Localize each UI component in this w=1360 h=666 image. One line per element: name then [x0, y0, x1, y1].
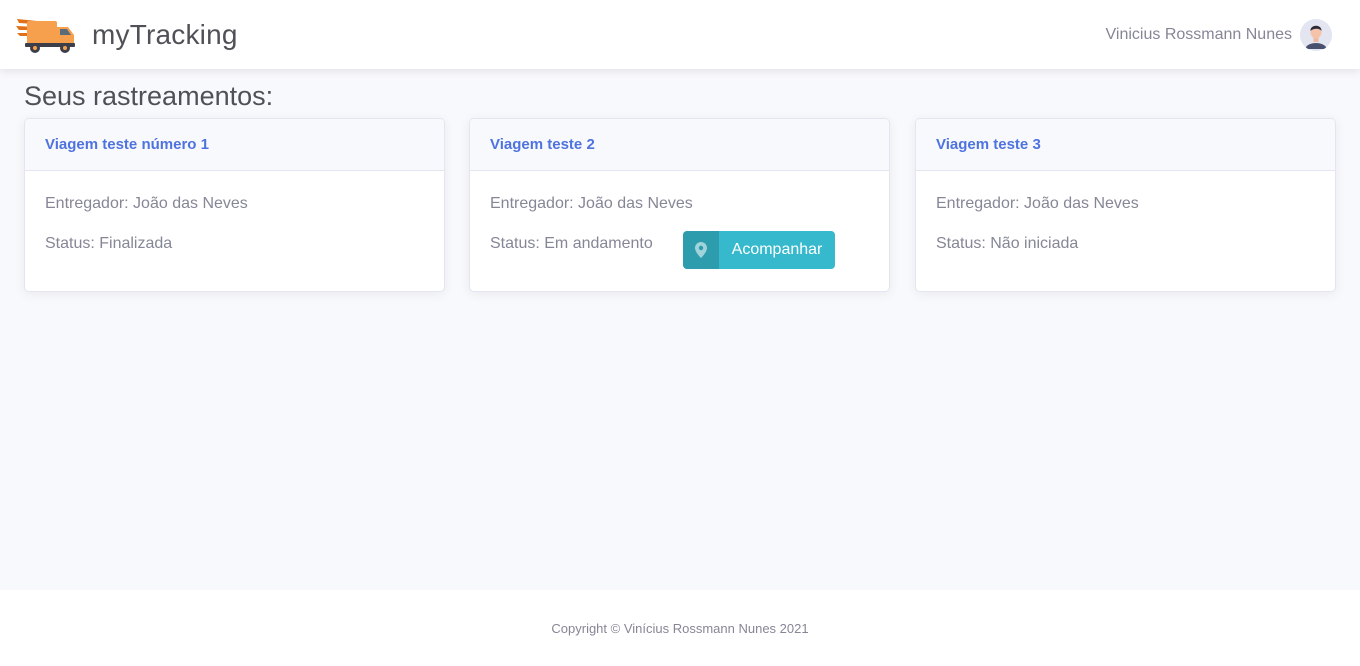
- brand-name: myTracking: [92, 18, 238, 50]
- user-name: Vinicius Rossmann Nunes: [1105, 25, 1292, 43]
- card-body: Entregador: João das Neves Status: Final…: [25, 171, 444, 253]
- map-marker-icon: [683, 231, 719, 269]
- footer: Copyright © Vinícius Rossmann Nunes 2021: [0, 590, 1360, 666]
- card-title: Viagem teste 2: [490, 136, 595, 153]
- card-header: Viagem teste 3: [916, 119, 1335, 171]
- card-title: Viagem teste 3: [936, 136, 1041, 153]
- topbar: myTracking Vinicius Rossmann Nunes: [0, 0, 1360, 69]
- card-body: Entregador: João das Neves Status: Em an…: [470, 171, 889, 269]
- main-content: Seus rastreamentos: Viagem teste número …: [0, 69, 1360, 590]
- card-body: Entregador: João das Neves Status: Não i…: [916, 171, 1335, 253]
- brand-link[interactable]: myTracking: [15, 15, 238, 55]
- card-header: Viagem teste 2: [470, 119, 889, 171]
- follow-button[interactable]: Acompanhar: [683, 231, 835, 269]
- status-text: Status: Não iniciada: [936, 235, 1079, 252]
- user-avatar-icon: [1300, 18, 1332, 51]
- truck-logo-icon: [16, 18, 75, 53]
- tracking-card: Viagem teste 2 Entregador: João das Neve…: [469, 118, 890, 292]
- card-header: Viagem teste número 1: [25, 119, 444, 171]
- user-menu[interactable]: Vinicius Rossmann Nunes: [1105, 18, 1332, 51]
- copyright-text: Copyright © Vinícius Rossmann Nunes 2021: [551, 620, 809, 636]
- courier-text: Entregador: João das Neves: [936, 195, 1139, 212]
- courier-text: Entregador: João das Neves: [490, 195, 693, 212]
- avatar: [1300, 18, 1332, 51]
- card-title: Viagem teste número 1: [45, 136, 209, 153]
- status-text: Status: Finalizada: [45, 235, 173, 252]
- tracking-card: Viagem teste número 1 Entregador: João d…: [24, 118, 445, 292]
- courier-text: Entregador: João das Neves: [45, 195, 248, 212]
- page-title: Seus rastreamentos:: [24, 81, 274, 111]
- follow-button-label: Acompanhar: [731, 241, 823, 258]
- tracking-card: Viagem teste 3 Entregador: João das Neve…: [915, 118, 1336, 292]
